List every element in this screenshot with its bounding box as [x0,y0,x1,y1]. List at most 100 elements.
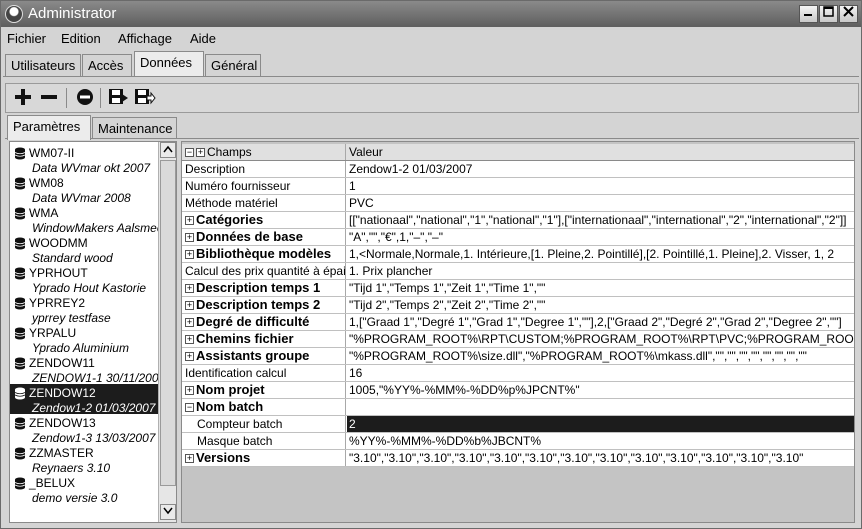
add-button[interactable] [12,87,34,109]
menu-affichage[interactable]: Affichage [118,31,172,46]
expand-plus-icon[interactable]: + [185,335,194,344]
close-icon [843,6,854,17]
menu-edition[interactable]: Edition [61,31,101,46]
maximize-button[interactable] [819,5,838,23]
title-bar[interactable]: Administrator [1,1,861,27]
grid-row[interactable]: + Nom projet 1005,"%YY%-%MM%-%DD%p%JPCNT%" [182,382,854,399]
grid-cell-value[interactable]: Zendow1-2 01/03/2007 [347,161,854,177]
tab-maintenance[interactable]: Maintenance [92,117,177,139]
list-item-name: WM08 [29,176,64,190]
grid-row[interactable]: + Chemins fichier "%PROGRAM_ROOT%\RPT\CUST… [182,331,854,348]
grid-cell-value[interactable]: "A","","€",1,"–","–" [347,229,854,245]
expand-plus-icon[interactable]: + [185,386,194,395]
grid-cell-name: Masque batch [182,433,346,449]
remove-button[interactable] [38,87,60,109]
grid-cell-value[interactable]: "Tijd 2","Temps 2","Zeit 2","Time 2","" [347,297,854,313]
grid-cell-value[interactable]: [["nationaal","national","1","national",… [347,212,854,228]
scroll-down-button[interactable] [160,504,176,520]
grid-row[interactable]: Identification calcul 16 [182,365,854,382]
delete-button[interactable] [74,87,96,109]
expand-plus-icon[interactable]: + [196,148,205,157]
expand-plus-icon[interactable]: + [185,318,194,327]
expand-plus-icon[interactable]: + [185,216,194,225]
grid-cell-value[interactable]: %YY%-%MM%-%DD%b%JBCNT% [347,433,854,449]
list-item[interactable]: ZENDOW11 ZENDOW1-1 30/11/2006 [10,354,158,385]
grid-cell-value[interactable]: 2 [347,416,854,432]
grid-row[interactable]: + Données de base "A","","€",1,"–","–" [182,229,854,246]
list-item[interactable]: WM08 Data WVmar 2008 [10,174,158,205]
menu-fichier[interactable]: Fichier [7,31,46,46]
scroll-up-button[interactable] [160,142,176,158]
database-icon [14,267,26,280]
grid-row[interactable]: + Description temps 2 "Tijd 2","Temps 2","… [182,297,854,314]
grid-cell-value[interactable]: "3.10","3.10","3.10","3.10","3.10","3.10… [347,450,854,466]
list-item[interactable]: ZZMASTER Reynaers 3.10 [10,444,158,475]
grid-cell-value[interactable]: "%PROGRAM_ROOT%\RPT\CUSTOM;%PROGRAM_ROOT… [347,331,854,347]
grid-cell-name: Compteur batch [182,416,346,432]
grid-row[interactable]: Description Zendow1-2 01/03/2007 [182,161,854,178]
tab-parametres[interactable]: Paramètres [7,115,91,140]
grid-row[interactable]: + Description temps 1 "Tijd 1","Temps 1","… [182,280,854,297]
tab-utilisateurs[interactable]: Utilisateurs [5,54,81,76]
list-item[interactable]: YRPALU Yprado Aluminium [10,324,158,355]
grid-row[interactable]: + Versions "3.10","3.10","3.10","3.10","3.… [182,450,854,467]
grid-row[interactable]: + Catégories [["nationaal","national","1",… [182,212,854,229]
scroll-thumb[interactable] [160,160,176,486]
minimize-icon [804,14,812,16]
grid-cell-name: Calcul des prix quantité à épaisseur [182,263,346,279]
grid-row-name: Versions [196,450,251,465]
expand-plus-icon[interactable]: + [185,233,194,242]
grid-row[interactable]: Masque batch %YY%-%MM%-%DD%b%JBCNT% [182,433,854,450]
list-item[interactable]: ZENDOW12 Zendow1-2 01/03/2007 [10,384,158,415]
app-user-icon [5,5,23,23]
grid-cell-value[interactable]: "Tijd 1","Temps 1","Zeit 1","Time 1","" [347,280,854,296]
expand-plus-icon[interactable]: + [185,284,194,293]
list-item-name: WMA [29,206,59,220]
grid-cell-value[interactable]: "%PROGRAM_ROOT%\size.dll","%PROGRAM_ROOT… [347,348,854,364]
grid-row[interactable]: + Bibliothèque modèles 1,<Normale,Normale,… [182,246,854,263]
close-button[interactable] [839,5,858,23]
grid-row[interactable]: − Nom batch [182,399,854,416]
list-item[interactable]: YPRREY2 yprrey testfase [10,294,158,325]
collapse-minus-icon[interactable]: − [185,403,194,412]
tab-donnees[interactable]: Données [134,51,204,76]
list-item[interactable]: WM07-II Data WVmar okt 2007 [10,144,158,175]
grid-cell-value[interactable]: 1,["Graad 1","Degré 1","Grad 1","Degree … [347,314,854,330]
grid-row[interactable]: + Degré de difficulté 1,["Graad 1","Degré … [182,314,854,331]
list-item[interactable]: _BELUX demo versie 3.0 [10,474,158,505]
expand-plus-icon[interactable]: + [185,250,194,259]
list-item-name: ZZMASTER [29,446,94,460]
grid-cell-value[interactable]: 1005,"%YY%-%MM%-%DD%p%JPCNT%" [347,382,854,398]
expand-plus-icon[interactable]: + [185,301,194,310]
menu-aide[interactable]: Aide [190,31,216,46]
grid-cell-value[interactable]: PVC [347,195,854,211]
menu-bar: Fichier Edition Affichage Aide [1,27,861,49]
grid-cell-value[interactable]: 1. Prix plancher [347,263,854,279]
grid-cell-value[interactable]: 1 [347,178,854,194]
grid-cell-value[interactable] [347,399,854,415]
save-as-button[interactable] [134,87,156,109]
expand-plus-icon[interactable]: + [185,454,194,463]
grid-cell-value[interactable]: 1,<Normale,Normale,1. Intérieure,[1. Ple… [347,246,854,262]
grid-cell-name: + Assistants groupe [182,348,346,364]
grid-cell-value[interactable]: 16 [347,365,854,381]
grid-header: − + Champs Valeur [182,144,854,161]
expand-all-icon[interactable]: − [185,148,194,157]
grid-row[interactable]: Compteur batch 2 [182,416,854,433]
grid-row-name: Catégories [196,212,264,227]
grid-row[interactable]: + Assistants groupe "%PROGRAM_ROOT%\size.d… [182,348,854,365]
list-item[interactable]: WMA WindowMakers Aalsmeer [10,204,158,235]
tab-general[interactable]: Général [205,54,261,76]
grid-row[interactable]: Méthode matériel PVC [182,195,854,212]
grid-row[interactable]: Calcul des prix quantité à épaisseur1. P… [182,263,854,280]
list-item[interactable]: ZENDOW13 Zendow1-3 13/03/2007 [10,414,158,445]
database-list: WM07-II Data WVmar okt 2007 WM08 Data WVmar… [9,141,177,523]
minimize-button[interactable] [799,5,818,23]
grid-row[interactable]: Numéro fournisseur 1 [182,178,854,195]
list-item[interactable]: YPRHOUT Yprado Hout Kastorie [10,264,158,295]
save-button[interactable] [108,87,130,109]
tab-acces[interactable]: Accès [82,54,132,76]
list-scrollbar[interactable] [158,142,176,522]
list-item[interactable]: WOODMM Standard wood [10,234,158,265]
expand-plus-icon[interactable]: + [185,352,194,361]
